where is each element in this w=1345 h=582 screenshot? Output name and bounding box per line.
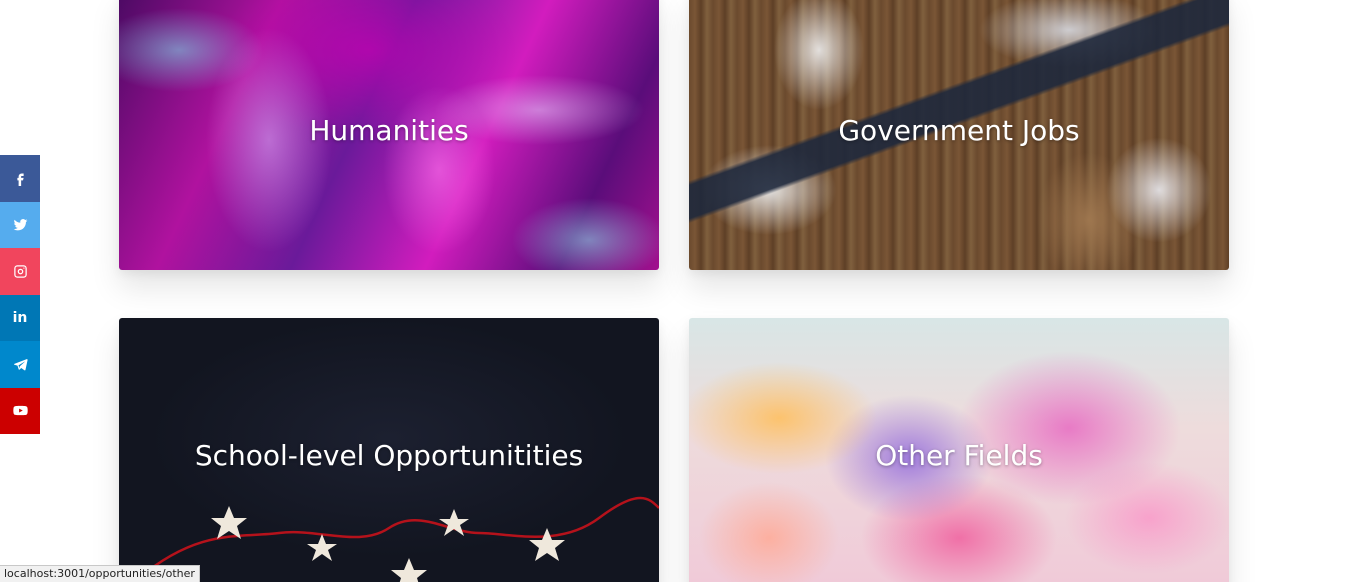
facebook-icon <box>13 171 28 186</box>
facebook-button[interactable] <box>0 155 40 202</box>
linkedin-icon: in <box>12 309 28 326</box>
youtube-icon <box>12 403 28 418</box>
social-share-bar: in <box>0 155 40 434</box>
instagram-button[interactable] <box>0 248 40 295</box>
page: in Humanities Government Jobs School-lev… <box>0 0 1345 582</box>
card-title-other-fields: Other Fields <box>875 439 1043 472</box>
youtube-button[interactable] <box>0 387 40 434</box>
telegram-icon <box>13 357 28 372</box>
card-title-humanities: Humanities <box>309 113 469 147</box>
twitter-button[interactable] <box>0 201 40 248</box>
card-other-fields[interactable]: Other Fields <box>689 318 1229 582</box>
linkedin-button[interactable]: in <box>0 294 40 341</box>
card-title-school-level: School-level Opportunitities <box>194 439 584 472</box>
card-school-level[interactable]: School-level Opportunitities <box>119 318 659 582</box>
card-title-government-jobs: Government Jobs <box>838 113 1080 147</box>
status-bar-url: localhost:3001/opportunities/other <box>0 565 200 582</box>
telegram-button[interactable] <box>0 341 40 388</box>
card-government-jobs[interactable]: Government Jobs <box>689 0 1229 270</box>
card-humanities[interactable]: Humanities <box>119 0 659 270</box>
twitter-icon <box>13 217 28 232</box>
instagram-icon <box>13 264 28 279</box>
